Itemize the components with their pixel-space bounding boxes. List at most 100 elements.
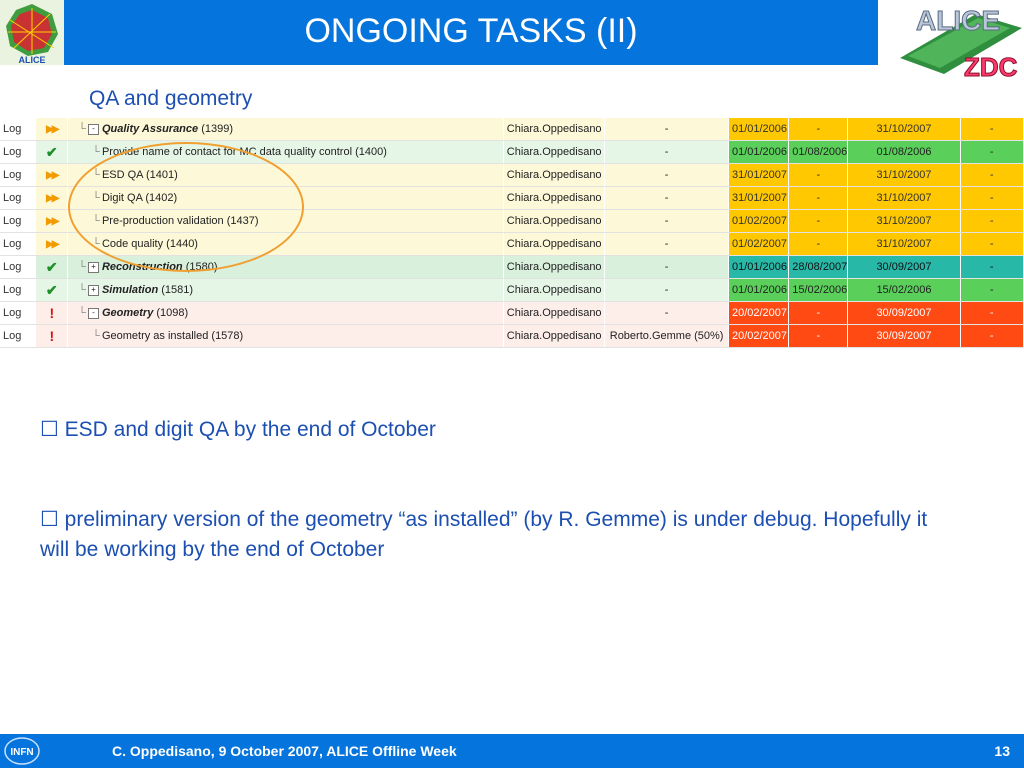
date-cell-4: - xyxy=(960,118,1024,141)
assignee-cell: - xyxy=(604,163,729,187)
log-link[interactable]: Log xyxy=(0,209,37,233)
owner-cell: Chiara.Oppedisano xyxy=(503,324,606,348)
log-link[interactable]: Log xyxy=(0,278,37,302)
bullet-1-text: ESD and digit QA by the end of October xyxy=(58,418,436,441)
status-cell: ▶▶ xyxy=(35,186,69,210)
task-id: (1400) xyxy=(355,146,387,158)
tree-connector-icon: └ xyxy=(92,238,100,250)
status-cell: ✔ xyxy=(35,140,69,164)
assignee-cell: - xyxy=(604,255,729,279)
collapse-icon[interactable]: - xyxy=(87,123,99,135)
slide-subtitle: QA and geometry xyxy=(89,87,253,110)
date-cell-1: 31/01/2007 xyxy=(728,163,790,187)
task-name[interactable]: Simulation xyxy=(102,284,158,296)
check-icon: ✔ xyxy=(45,143,58,160)
task-name[interactable]: Geometry as installed xyxy=(102,330,208,342)
task-id: (1098) xyxy=(156,307,189,319)
date-cell-2: - xyxy=(788,163,849,187)
checkbox-icon: ☐ xyxy=(40,508,59,531)
date-cell-4: - xyxy=(960,324,1024,348)
date-cell-2: 28/08/2007 xyxy=(788,255,849,279)
status-cell: ▶▶ xyxy=(35,163,69,187)
expand-icon[interactable]: + xyxy=(87,284,99,296)
date-cell-3: 30/09/2007 xyxy=(847,255,961,279)
date-cell-3: 30/09/2007 xyxy=(847,301,961,325)
date-cell-4: - xyxy=(960,301,1024,325)
task-name-cell: └ Geometry as installed (1578) xyxy=(67,324,504,348)
fast-forward-icon: ▶▶ xyxy=(46,216,59,227)
tree-connector-icon: └ xyxy=(92,169,100,181)
fast-forward-icon: ▶▶ xyxy=(46,170,59,181)
task-id: (1580) xyxy=(185,261,218,273)
tree-connector-icon: └ xyxy=(78,284,86,296)
date-cell-1: 01/02/2007 xyxy=(728,209,790,233)
check-icon: ✔ xyxy=(45,258,58,275)
task-name[interactable]: Code quality xyxy=(102,238,163,250)
date-cell-1: 31/01/2007 xyxy=(728,186,790,210)
task-name-cell: └ Code quality (1440) xyxy=(67,232,504,256)
status-cell: ▶▶ xyxy=(35,232,69,256)
task-name-cell: └ Digit QA (1402) xyxy=(67,186,504,210)
status-cell: ✔ xyxy=(35,255,69,279)
title-bar: ONGOING TASKS (II) xyxy=(64,0,878,65)
task-name-cell: └ - Geometry (1098) xyxy=(67,301,504,325)
alice-detector-icon: ALICE xyxy=(6,4,58,65)
task-row: Log ▶▶ └ Code quality (1440) Chiara.Oppedisa… xyxy=(0,232,1024,256)
task-id: (1578) xyxy=(211,330,244,342)
task-name-cell: └ + Simulation (1581) xyxy=(67,278,504,302)
date-cell-1: 20/02/2007 xyxy=(728,301,790,325)
log-link[interactable]: Log xyxy=(0,118,37,141)
date-cell-2: 15/02/2006 xyxy=(788,278,849,302)
date-cell-1: 01/01/2006 xyxy=(728,140,790,164)
footer-text: C. Oppedisano, 9 October 2007, ALICE Off… xyxy=(112,743,457,759)
zdc-detector-icon: ALICE ZDC xyxy=(900,5,1022,83)
owner-cell: Chiara.Oppedisano xyxy=(503,278,606,302)
bullet-2: ☐ preliminary version of the geometry “a… xyxy=(40,505,940,565)
tree-connector-icon: └ xyxy=(92,330,100,342)
expand-icon[interactable]: + xyxy=(87,261,99,273)
status-cell: ▶▶ xyxy=(35,118,69,141)
log-link[interactable]: Log xyxy=(0,186,37,210)
date-cell-4: - xyxy=(960,232,1024,256)
task-row: Log! └ - Geometry (1098) Chiara.Oppedisano -2… xyxy=(0,301,1024,325)
task-name[interactable]: Pre-production validation xyxy=(102,215,224,227)
task-id: (1399) xyxy=(201,123,233,135)
task-name[interactable]: Provide name of contact for MC data qual… xyxy=(102,146,352,158)
task-table: Log ▶▶ └ - Quality Assurance (1399) Chiara.Op… xyxy=(0,118,1024,348)
assignee-cell: - xyxy=(604,232,729,256)
checkbox-icon: ☐ xyxy=(40,418,59,441)
owner-cell: Chiara.Oppedisano xyxy=(503,118,606,141)
date-cell-2: - xyxy=(788,209,849,233)
task-name[interactable]: Quality Assurance xyxy=(102,123,198,135)
task-name[interactable]: Digit QA xyxy=(102,192,142,204)
svg-text:ALICE: ALICE xyxy=(19,55,46,65)
slide-title: ONGOING TASKS (II) xyxy=(304,12,638,50)
date-cell-1: 01/01/2006 xyxy=(728,278,790,302)
task-row: Log ▶▶ └ - Quality Assurance (1399) Chiara.Op… xyxy=(0,118,1024,141)
assignee-cell: Roberto.Gemme (50%) xyxy=(604,324,729,348)
status-cell: ! xyxy=(35,324,69,348)
owner-cell: Chiara.Oppedisano xyxy=(503,301,606,325)
task-row: Log ▶▶ └ ESD QA (1401) Chiara.Oppedisano -31/… xyxy=(0,163,1024,187)
log-link[interactable]: Log xyxy=(0,301,37,325)
assignee-cell: - xyxy=(604,140,729,164)
task-id: (1401) xyxy=(145,169,178,181)
log-link[interactable]: Log xyxy=(0,255,37,279)
bullet-2-text: preliminary version of the geometry “as … xyxy=(40,508,928,561)
exclamation-icon: ! xyxy=(49,305,55,321)
log-link[interactable]: Log xyxy=(0,324,37,348)
collapse-icon[interactable]: - xyxy=(87,307,99,319)
task-name[interactable]: Geometry xyxy=(102,307,153,319)
task-name[interactable]: Reconstruction xyxy=(102,261,183,273)
task-name[interactable]: ESD QA xyxy=(102,169,143,181)
date-cell-1: 01/02/2007 xyxy=(728,232,790,256)
tree-connector-icon: └ xyxy=(78,261,86,273)
date-cell-1: 01/01/2006 xyxy=(728,118,790,141)
log-link[interactable]: Log xyxy=(0,163,37,187)
status-cell: ▶▶ xyxy=(35,209,69,233)
log-link[interactable]: Log xyxy=(0,140,37,164)
tree-connector-icon: └ xyxy=(92,146,100,158)
page-number: 13 xyxy=(994,743,1010,759)
assignee-cell: - xyxy=(604,301,729,325)
log-link[interactable]: Log xyxy=(0,232,37,256)
